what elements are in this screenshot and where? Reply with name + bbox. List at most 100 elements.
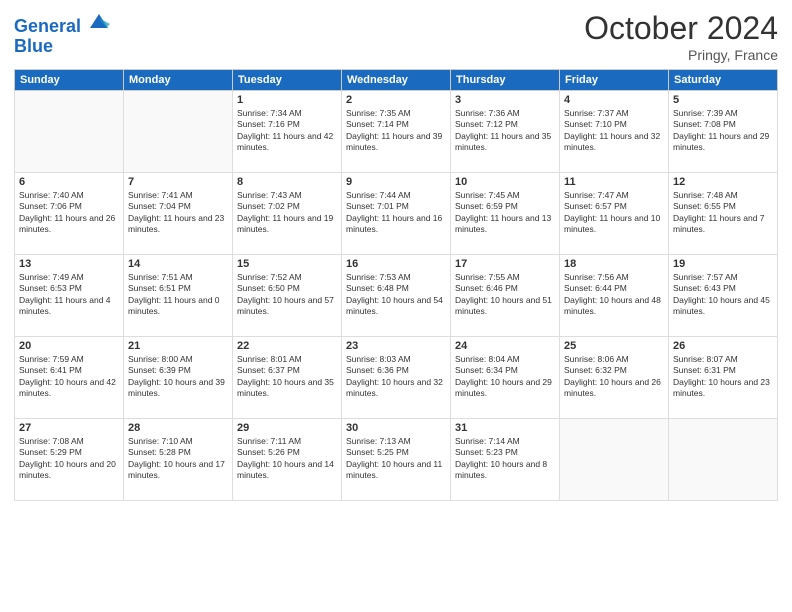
day-info: Sunrise: 8:03 AM Sunset: 6:36 PM Dayligh… [346, 354, 446, 400]
calendar: SundayMondayTuesdayWednesdayThursdayFrid… [14, 69, 778, 501]
calendar-cell: 28 Sunrise: 7:10 AM Sunset: 5:28 PM Dayli… [124, 419, 233, 501]
day-info: Sunrise: 7:11 AM Sunset: 5:26 PM Dayligh… [237, 436, 337, 482]
day-number: 27 [19, 422, 119, 434]
day-number: 19 [673, 258, 773, 270]
calendar-cell: 31 Sunrise: 7:14 AM Sunset: 5:23 PM Dayli… [451, 419, 560, 501]
calendar-cell: 1Sunrise: 7:34 AM Sunset: 7:16 PM Daylig… [233, 91, 342, 173]
week-row-1: 1Sunrise: 7:34 AM Sunset: 7:16 PM Daylig… [15, 91, 778, 173]
calendar-cell: 5 Sunrise: 7:39 AM Sunset: 7:08 PM Daylig… [669, 91, 778, 173]
weekday-header-tuesday: Tuesday [233, 70, 342, 91]
calendar-cell: 6 Sunrise: 7:40 AM Sunset: 7:06 PM Daylig… [15, 173, 124, 255]
day-info: Sunrise: 7:37 AM Sunset: 7:10 PM Dayligh… [564, 108, 664, 154]
day-number: 6 [19, 176, 119, 188]
day-number: 22 [237, 340, 337, 352]
calendar-cell: 23 Sunrise: 8:03 AM Sunset: 6:36 PM Dayli… [342, 337, 451, 419]
calendar-cell: 26 Sunrise: 8:07 AM Sunset: 6:31 PM Dayli… [669, 337, 778, 419]
calendar-cell [15, 91, 124, 173]
day-number: 20 [19, 340, 119, 352]
page: General Blue October 2024 Pringy, France… [0, 0, 792, 612]
calendar-cell [560, 419, 669, 501]
calendar-cell: 10 Sunrise: 7:45 AM Sunset: 6:59 PM Dayli… [451, 173, 560, 255]
calendar-cell: 25 Sunrise: 8:06 AM Sunset: 6:32 PM Dayli… [560, 337, 669, 419]
day-info: Sunrise: 7:53 AM Sunset: 6:48 PM Dayligh… [346, 272, 446, 318]
day-info: Sunrise: 8:07 AM Sunset: 6:31 PM Dayligh… [673, 354, 773, 400]
calendar-cell: 18Sunrise: 7:56 AM Sunset: 6:44 PM Dayli… [560, 255, 669, 337]
day-number: 2 [346, 94, 446, 106]
week-row-5: 27 Sunrise: 7:08 AM Sunset: 5:29 PM Dayli… [15, 419, 778, 501]
day-number: 31 [455, 422, 555, 434]
day-info: Sunrise: 7:40 AM Sunset: 7:06 PM Dayligh… [19, 190, 119, 236]
day-info: Sunrise: 8:06 AM Sunset: 6:32 PM Dayligh… [564, 354, 664, 400]
calendar-cell: 14Sunrise: 7:51 AM Sunset: 6:51 PM Dayli… [124, 255, 233, 337]
day-info: Sunrise: 7:43 AM Sunset: 7:02 PM Dayligh… [237, 190, 337, 236]
calendar-cell: 29 Sunrise: 7:11 AM Sunset: 5:26 PM Dayli… [233, 419, 342, 501]
day-number: 15 [237, 258, 337, 270]
day-info: Sunrise: 7:39 AM Sunset: 7:08 PM Dayligh… [673, 108, 773, 154]
calendar-cell: 8 Sunrise: 7:43 AM Sunset: 7:02 PM Daylig… [233, 173, 342, 255]
calendar-cell: 22 Sunrise: 8:01 AM Sunset: 6:37 PM Dayli… [233, 337, 342, 419]
day-number: 7 [128, 176, 228, 188]
day-number: 9 [346, 176, 446, 188]
calendar-cell: 4Sunrise: 7:37 AM Sunset: 7:10 PM Daylig… [560, 91, 669, 173]
day-number: 24 [455, 340, 555, 352]
week-row-3: 13 Sunrise: 7:49 AM Sunset: 6:53 PM Dayli… [15, 255, 778, 337]
day-number: 17 [455, 258, 555, 270]
day-info: Sunrise: 7:34 AM Sunset: 7:16 PM Dayligh… [237, 108, 337, 154]
calendar-cell [124, 91, 233, 173]
day-info: Sunrise: 8:01 AM Sunset: 6:37 PM Dayligh… [237, 354, 337, 400]
day-info: Sunrise: 8:00 AM Sunset: 6:39 PM Dayligh… [128, 354, 228, 400]
day-info: Sunrise: 7:14 AM Sunset: 5:23 PM Dayligh… [455, 436, 555, 482]
day-info: Sunrise: 7:44 AM Sunset: 7:01 PM Dayligh… [346, 190, 446, 236]
day-number: 14 [128, 258, 228, 270]
month-title: October 2024 [584, 10, 778, 47]
calendar-cell [669, 419, 778, 501]
day-number: 10 [455, 176, 555, 188]
day-info: Sunrise: 7:45 AM Sunset: 6:59 PM Dayligh… [455, 190, 555, 236]
day-number: 25 [564, 340, 664, 352]
day-number: 26 [673, 340, 773, 352]
calendar-cell: 13 Sunrise: 7:49 AM Sunset: 6:53 PM Dayli… [15, 255, 124, 337]
day-number: 21 [128, 340, 228, 352]
week-row-2: 6 Sunrise: 7:40 AM Sunset: 7:06 PM Daylig… [15, 173, 778, 255]
calendar-cell: 27 Sunrise: 7:08 AM Sunset: 5:29 PM Dayli… [15, 419, 124, 501]
weekday-header-monday: Monday [124, 70, 233, 91]
calendar-cell: 17Sunrise: 7:55 AM Sunset: 6:46 PM Dayli… [451, 255, 560, 337]
day-number: 29 [237, 422, 337, 434]
day-number: 3 [455, 94, 555, 106]
calendar-cell: 24 Sunrise: 8:04 AM Sunset: 6:34 PM Dayli… [451, 337, 560, 419]
day-info: Sunrise: 7:41 AM Sunset: 7:04 PM Dayligh… [128, 190, 228, 236]
calendar-cell: 21 Sunrise: 8:00 AM Sunset: 6:39 PM Dayli… [124, 337, 233, 419]
logo-text: General [14, 10, 110, 37]
day-info: Sunrise: 7:35 AM Sunset: 7:14 PM Dayligh… [346, 108, 446, 154]
day-info: Sunrise: 7:36 AM Sunset: 7:12 PM Dayligh… [455, 108, 555, 154]
calendar-cell: 11Sunrise: 7:47 AM Sunset: 6:57 PM Dayli… [560, 173, 669, 255]
day-number: 18 [564, 258, 664, 270]
day-number: 12 [673, 176, 773, 188]
day-info: Sunrise: 7:49 AM Sunset: 6:53 PM Dayligh… [19, 272, 119, 318]
day-info: Sunrise: 7:10 AM Sunset: 5:28 PM Dayligh… [128, 436, 228, 482]
weekday-header-saturday: Saturday [669, 70, 778, 91]
day-number: 11 [564, 176, 664, 188]
weekday-header-friday: Friday [560, 70, 669, 91]
day-info: Sunrise: 8:04 AM Sunset: 6:34 PM Dayligh… [455, 354, 555, 400]
day-info: Sunrise: 7:08 AM Sunset: 5:29 PM Dayligh… [19, 436, 119, 482]
logo-general: General [14, 16, 81, 36]
header: General Blue October 2024 Pringy, France [14, 10, 778, 63]
day-number: 13 [19, 258, 119, 270]
weekday-header-row: SundayMondayTuesdayWednesdayThursdayFrid… [15, 70, 778, 91]
day-number: 8 [237, 176, 337, 188]
calendar-cell: 20 Sunrise: 7:59 AM Sunset: 6:41 PM Dayli… [15, 337, 124, 419]
logo-blue: Blue [14, 37, 110, 57]
day-number: 5 [673, 94, 773, 106]
day-number: 23 [346, 340, 446, 352]
location: Pringy, France [584, 47, 778, 63]
logo: General Blue [14, 10, 110, 57]
day-info: Sunrise: 7:48 AM Sunset: 6:55 PM Dayligh… [673, 190, 773, 236]
day-info: Sunrise: 7:57 AM Sunset: 6:43 PM Dayligh… [673, 272, 773, 318]
day-number: 28 [128, 422, 228, 434]
day-number: 16 [346, 258, 446, 270]
title-block: October 2024 Pringy, France [584, 10, 778, 63]
calendar-cell: 12 Sunrise: 7:48 AM Sunset: 6:55 PM Dayli… [669, 173, 778, 255]
day-info: Sunrise: 7:59 AM Sunset: 6:41 PM Dayligh… [19, 354, 119, 400]
weekday-header-sunday: Sunday [15, 70, 124, 91]
